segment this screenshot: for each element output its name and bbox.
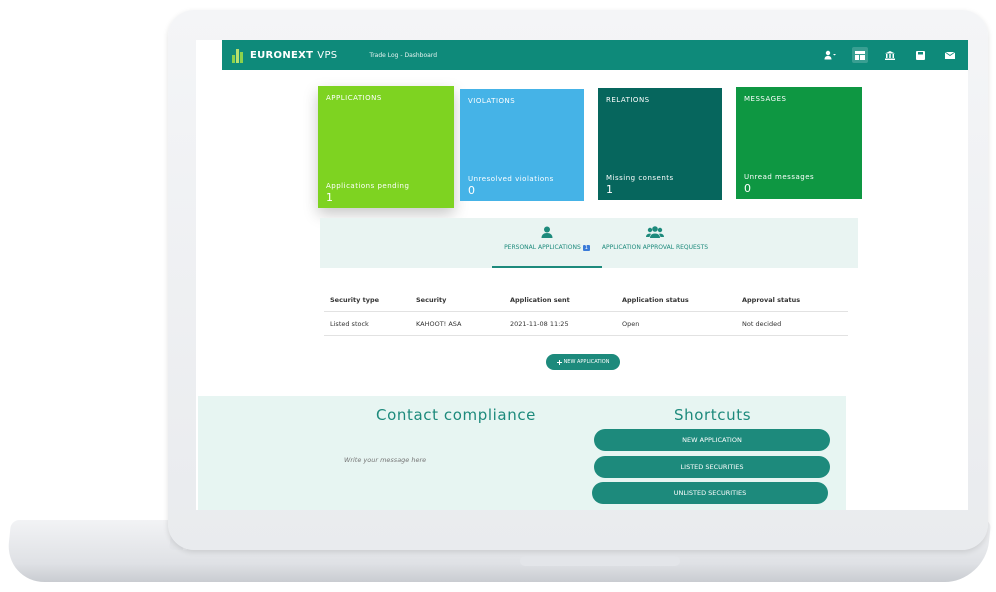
- card-title: APPLICATIONS: [326, 94, 382, 102]
- dashboard-icon: [855, 50, 865, 60]
- bank-button[interactable]: [882, 47, 898, 63]
- header-icons: [822, 47, 958, 63]
- card-subtitle: Missing consents: [606, 174, 674, 182]
- card-subtitle: Unresolved violations: [468, 175, 554, 183]
- breadcrumb: Trade Log - Dashboard: [369, 51, 438, 59]
- applications-tabs: PERSONAL APPLICATIONS 1 APPLICATION APPR…: [320, 218, 858, 268]
- card-count: 0: [468, 184, 476, 197]
- column-header[interactable]: Security: [416, 296, 510, 304]
- card-count: 0: [744, 182, 752, 195]
- plus-icon: [556, 359, 562, 365]
- tab-label: PERSONAL APPLICATIONS: [504, 244, 581, 251]
- count-badge: 1: [582, 244, 590, 251]
- card-title: VIOLATIONS: [468, 97, 516, 105]
- tab-personal-applications[interactable]: PERSONAL APPLICATIONS 1: [492, 226, 602, 268]
- table-cell: Open: [622, 319, 640, 328]
- save-icon: [915, 50, 925, 60]
- tab-approval-requests[interactable]: APPLICATION APPROVAL REQUESTS: [600, 226, 710, 251]
- table-row[interactable]: Listed stock KAHOOT! ASA 2021-11-08 11:2…: [324, 312, 848, 336]
- brand-logo[interactable]: EURONEXT VPS: [232, 47, 337, 63]
- shortcut-listed-securities-button[interactable]: LISTED SECURITIES: [594, 456, 830, 478]
- bank-icon: [885, 50, 895, 60]
- card-count: 1: [326, 191, 334, 204]
- person-icon: [541, 226, 553, 238]
- column-header[interactable]: Application status: [622, 296, 742, 304]
- card-subtitle: Applications pending: [326, 182, 410, 190]
- card-title: MESSAGES: [744, 95, 787, 103]
- shortcut-new-application-button[interactable]: NEW APPLICATION: [594, 429, 830, 451]
- card-subtitle: Unread messages: [744, 173, 815, 181]
- table-cell: KAHOOT! ASA: [416, 319, 462, 328]
- card-title: RELATIONS: [606, 96, 650, 104]
- users-group-icon: [646, 226, 664, 238]
- user-menu-button[interactable]: [822, 47, 838, 63]
- applications-card[interactable]: APPLICATIONS Applications pending 1: [318, 86, 454, 208]
- screen: EURONEXT VPS Trade Log - Dashboard APPLI…: [196, 40, 968, 510]
- new-application-button[interactable]: NEW APPLICATION: [546, 354, 620, 370]
- laptop-trackpad: [520, 556, 680, 566]
- relations-card[interactable]: RELATIONS Missing consents 1: [598, 88, 722, 200]
- column-header[interactable]: Application sent: [510, 296, 622, 304]
- bottom-section: Contact compliance Write your message he…: [198, 396, 846, 510]
- dashboard-button[interactable]: [852, 47, 868, 63]
- contact-message-input[interactable]: Write your message here: [344, 456, 426, 464]
- shortcuts-title: Shortcuts: [674, 406, 752, 424]
- column-header[interactable]: Approval status: [742, 296, 848, 304]
- shortcut-unlisted-securities-button[interactable]: UNLISTED SECURITIES: [592, 482, 828, 504]
- mail-icon: [945, 51, 955, 59]
- user-icon: [824, 50, 836, 60]
- tab-label: APPLICATION APPROVAL REQUESTS: [601, 244, 709, 251]
- applications-table: Security type Security Application sent …: [324, 288, 848, 336]
- brand-suffix: VPS: [317, 49, 338, 61]
- table-cell: Listed stock: [330, 319, 369, 328]
- mail-button[interactable]: [942, 47, 958, 63]
- top-bar: EURONEXT VPS Trade Log - Dashboard: [222, 40, 968, 70]
- card-count: 1: [606, 183, 614, 196]
- euronext-logo-icon: [232, 47, 246, 63]
- violations-card[interactable]: VIOLATIONS Unresolved violations 0: [460, 89, 584, 201]
- button-label: NEW APPLICATION: [563, 359, 610, 365]
- table-cell: 2021-11-08 11:25: [510, 319, 569, 328]
- column-header[interactable]: Security type: [324, 296, 416, 304]
- messages-card[interactable]: MESSAGES Unread messages 0: [736, 87, 862, 199]
- brand-name: EURONEXT: [250, 49, 314, 61]
- save-button[interactable]: [912, 47, 928, 63]
- contact-compliance-title: Contact compliance: [376, 406, 536, 424]
- table-cell: Not decided: [742, 319, 782, 328]
- table-header: Security type Security Application sent …: [324, 288, 848, 312]
